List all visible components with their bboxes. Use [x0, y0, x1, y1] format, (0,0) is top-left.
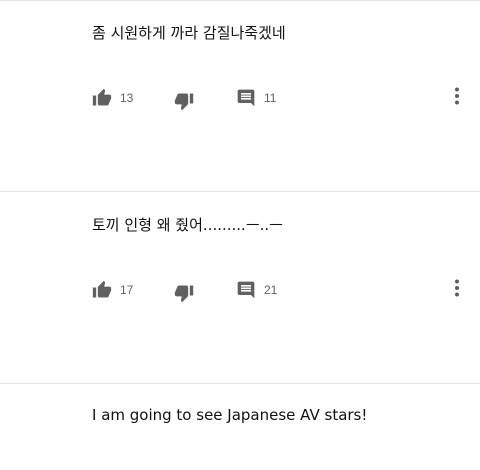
comment-bubble-icon — [236, 280, 256, 300]
thumbs-down-icon — [174, 91, 194, 111]
dislike-button[interactable] — [174, 281, 194, 305]
more-options-button[interactable] — [446, 278, 468, 302]
dislike-button[interactable] — [174, 89, 194, 113]
reply-count: 11 — [264, 91, 277, 105]
comment-bubble-icon — [236, 88, 256, 108]
comment-text: I am going to see Japanese AV stars! — [92, 406, 368, 424]
like-button[interactable]: 17 — [92, 278, 133, 302]
comment-text: 토끼 인형 왜 줬어.........ㅡ..ㅡ — [92, 216, 283, 234]
reply-count: 21 — [264, 283, 278, 297]
thumbs-down-icon — [174, 283, 194, 303]
more-options-button[interactable] — [446, 86, 468, 110]
reply-button[interactable]: 11 — [236, 86, 276, 110]
like-button[interactable]: 13 — [92, 86, 133, 110]
comment-item: I am going to see Japanese AV stars! — [0, 384, 480, 470]
more-vertical-icon — [454, 87, 460, 109]
thumbs-up-icon — [92, 280, 112, 300]
comment-item: 토끼 인형 왜 줬어.........ㅡ..ㅡ 17 21 — [0, 192, 480, 384]
more-vertical-icon — [454, 279, 460, 301]
thumbs-up-icon — [92, 88, 112, 108]
reply-button[interactable]: 21 — [236, 278, 277, 302]
like-count: 13 — [120, 91, 134, 105]
like-count: 17 — [120, 283, 134, 297]
comment-text: 좀 시원하게 까라 감질나죽겠네 — [92, 24, 286, 42]
comment-item: 좀 시원하게 까라 감질나죽겠네 13 11 — [0, 0, 480, 192]
